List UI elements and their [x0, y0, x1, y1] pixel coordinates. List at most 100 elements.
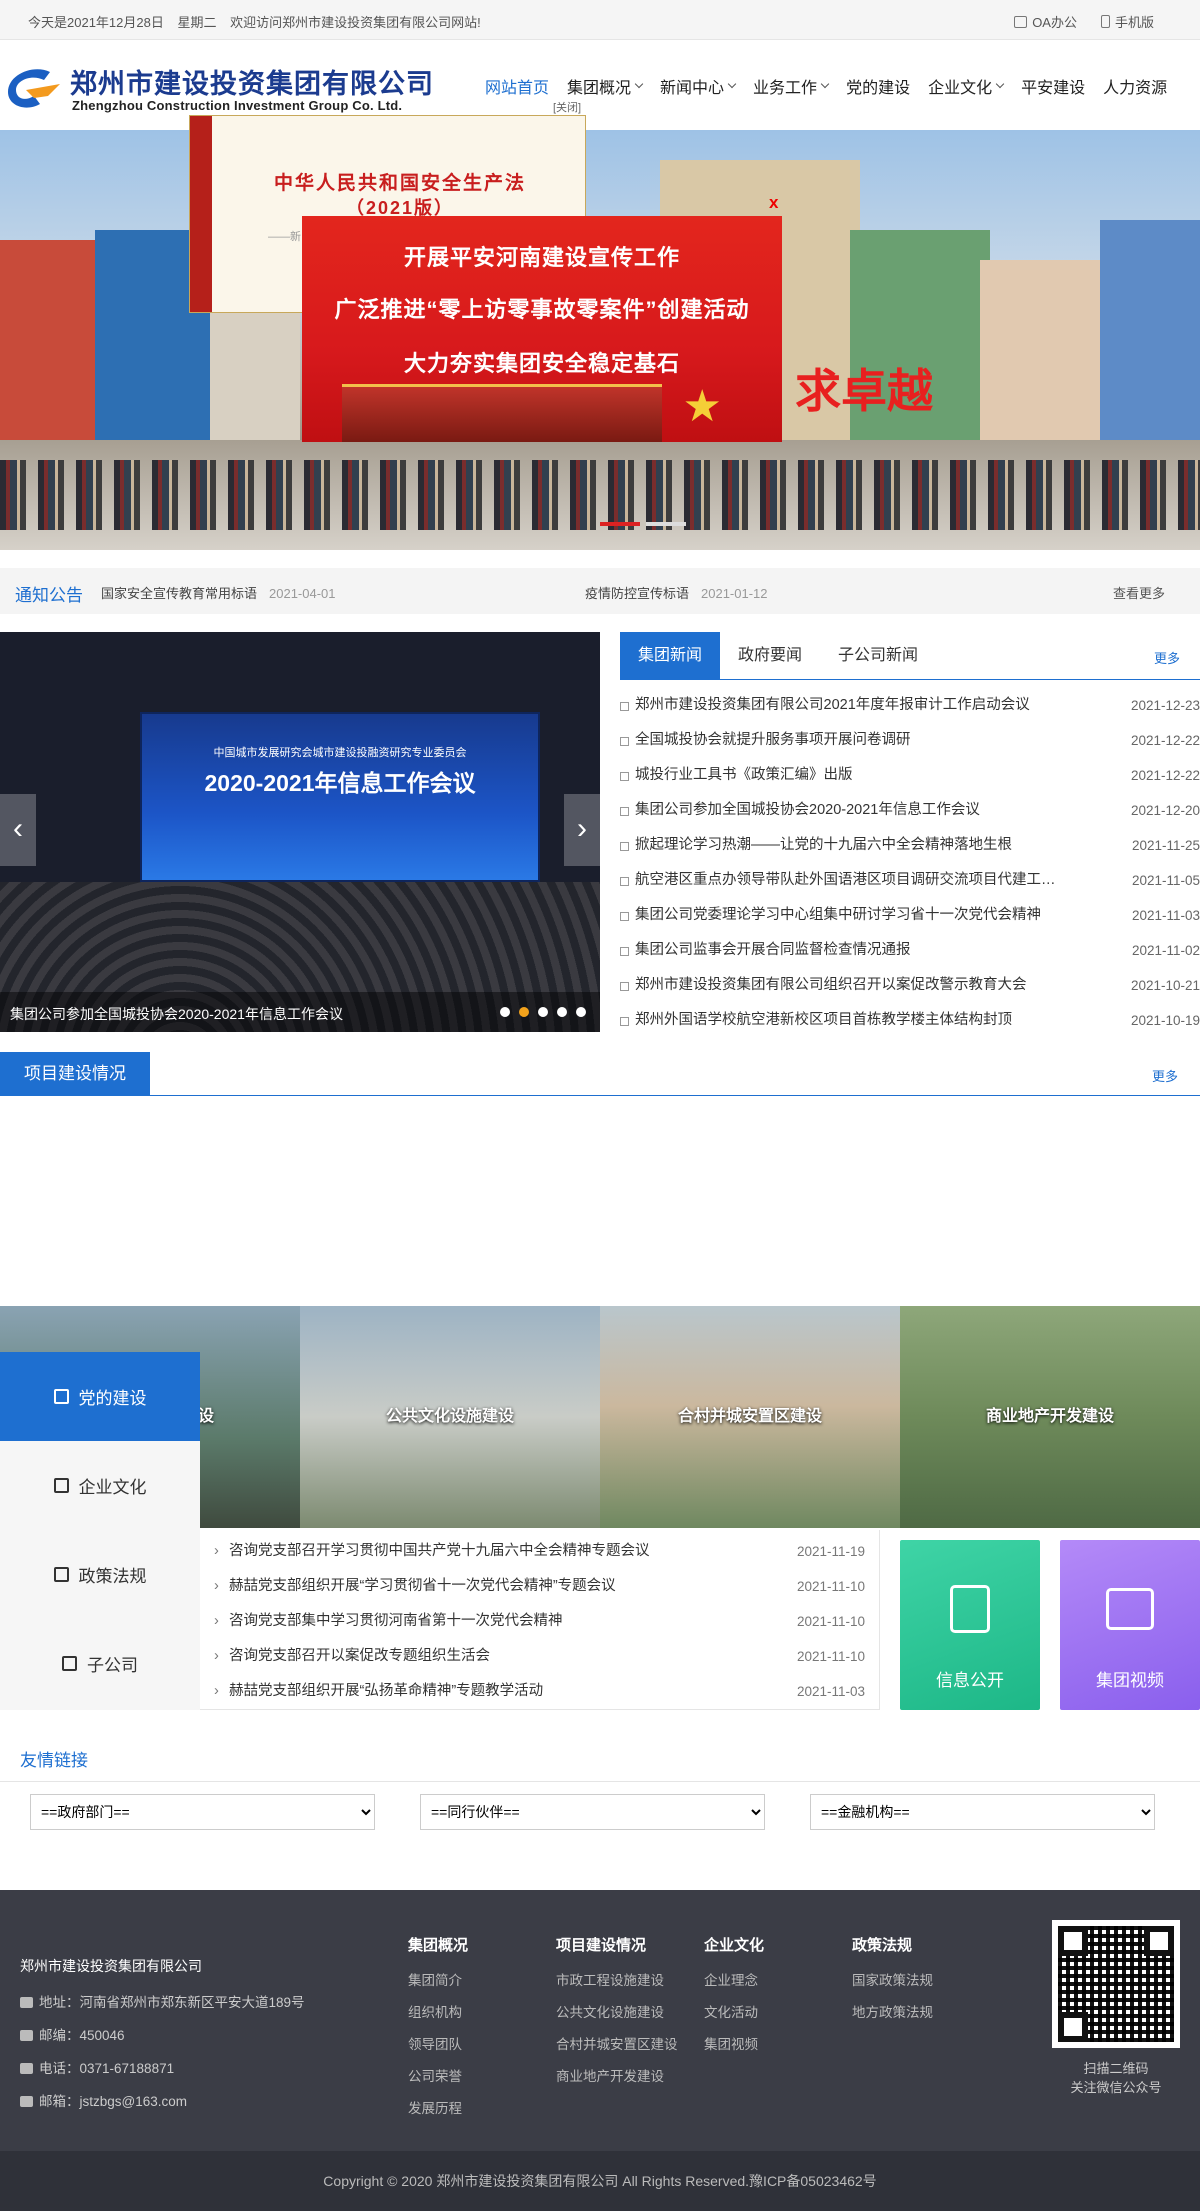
banner-dot[interactable] [646, 522, 686, 526]
nav-party-building[interactable]: 党的建设 [837, 74, 919, 98]
news-more-link[interactable]: 更多 [1154, 648, 1180, 667]
project-caption: 公共文化设施建设 [385, 1408, 514, 1425]
location-icon [20, 1997, 33, 2008]
menu-item-culture[interactable]: 企业文化 [0, 1441, 200, 1530]
popup-safety-campaign[interactable]: 开展平安河南建设宣传工作 广泛推进“零上访零事故零案件”创建活动 大力夯实集团安… [302, 216, 782, 442]
popup-law-title: 中华人民共和国安全生产法 [273, 173, 526, 194]
footer-link[interactable]: 公共文化设施建设 [556, 1997, 678, 2029]
news-date: 2021-11-25 [1131, 838, 1200, 853]
footer-link[interactable]: 发展历程 [408, 2093, 468, 2125]
news-date: 2021-12-23 [1130, 698, 1200, 713]
list-item[interactable]: 咨询党支部召开以案促改专题组织生活会 2021-11-10 [214, 1639, 879, 1674]
project-more-link[interactable]: 更多 [1152, 1066, 1178, 1085]
project-section-title[interactable]: 项目建设情况 [0, 1052, 150, 1096]
logo[interactable]: 郑州市建设投资集团有限公司 Zhengzhou Construction Inv… [4, 62, 444, 120]
footer-link[interactable]: 组织机构 [408, 1997, 468, 2029]
list-item[interactable]: 集团公司参加全国城投协会2020-2021年信息工作会议 2021-12-20 [620, 793, 1200, 828]
project-card-commercial[interactable]: 商业地产开发建设 [900, 1306, 1200, 1528]
list-item[interactable]: 掀起理论学习热潮——让党的十九届六中全会精神落地生根 2021-11-25 [620, 828, 1200, 863]
notice-bar: 通知公告 国家安全宣传教育常用标语 2021-04-01 疫情防控宣传标语 2021… [0, 568, 1200, 614]
list-item[interactable]: 赫喆党支部组织开展“学习贯彻省十一次党代会精神”专题会议 2021-11-10 [214, 1569, 879, 1604]
qr-pattern [1058, 1926, 1174, 2042]
slider-prev-button[interactable]: ‹ [0, 794, 36, 866]
notice-date: 2021-04-01 [269, 586, 336, 601]
footer-link[interactable]: 商业地产开发建设 [556, 2061, 678, 2093]
tab-government-news[interactable]: 政府要闻 [720, 632, 820, 680]
nav-news-center[interactable]: 新闻中心 [651, 74, 744, 98]
image-icon [20, 2030, 33, 2041]
nav-safety[interactable]: 平安建设 [1012, 74, 1094, 98]
slider-dot[interactable] [557, 1007, 567, 1017]
news-date: 2021-10-19 [1130, 1013, 1200, 1028]
footer-link[interactable]: 文化活动 [704, 1997, 764, 2029]
footer-link[interactable]: 市政工程设施建设 [556, 1965, 678, 1997]
menu-item-subsidiary[interactable]: 子公司 [0, 1619, 200, 1708]
slider-dot[interactable] [538, 1007, 548, 1017]
select-government[interactable]: ==政府部门== [30, 1794, 375, 1830]
project-card-resettlement[interactable]: 合村并城安置区建设 [600, 1306, 900, 1528]
footer-col-overview: 集团概况 集团简介 组织机构 领导团队 公司荣誉 发展历程 [408, 1934, 468, 2125]
list-item[interactable]: 咨询党支部召开学习贯彻中国共产党十九届六中全会精神专题会议 2021-11-19 [214, 1534, 879, 1569]
footer-link[interactable]: 企业理念 [704, 1965, 764, 1997]
footer: 郑州市建设投资集团有限公司 地址：河南省郑州市郑东新区平安大道189号 邮编：4… [0, 1890, 1200, 2151]
party-news-date: 2021-11-10 [796, 1649, 865, 1664]
tab-subsidiary-news[interactable]: 子公司新闻 [820, 632, 936, 680]
list-item[interactable]: 集团公司监事会开展合同监督检查情况通报 2021-11-02 [620, 933, 1200, 968]
nav-culture[interactable]: 企业文化 [919, 74, 1012, 98]
menu-item-party[interactable]: 党的建设 [0, 1352, 200, 1441]
footer-link[interactable]: 地方政策法规 [852, 1997, 933, 2029]
slider-dot[interactable] [576, 1007, 586, 1017]
notice-more-link[interactable]: 查看更多 [1113, 583, 1165, 602]
slider-screen-subtitle: 中国城市发展研究会城市建设投融资研究专业委员会 [213, 747, 467, 759]
nav-home[interactable]: 网站首页 [476, 74, 558, 98]
company-name-cn: 郑州市建设投资集团有限公司 [70, 69, 434, 100]
footer-link[interactable]: 公司荣誉 [408, 2061, 468, 2093]
list-item[interactable]: 全国城投协会就提升服务事项开展问卷调研 2021-12-22 [620, 723, 1200, 758]
slider-dot[interactable] [519, 1007, 529, 1017]
news-title: 集团公司参加全国城投协会2020-2021年信息工作会议 [635, 802, 980, 818]
select-peers[interactable]: ==同行伙伴== [420, 1794, 765, 1830]
slider-image[interactable]: 中国城市发展研究会城市建设投融资研究专业委员会 2020-2021年信息工作会议 [140, 712, 540, 882]
nav-group-overview[interactable]: 集团概况 [558, 74, 651, 98]
nav-hr[interactable]: 人力资源 [1094, 74, 1176, 98]
mobile-link[interactable]: 手机版 [1100, 12, 1154, 31]
info-public-label: 信息公开 [936, 1671, 1004, 1690]
footer-link[interactable]: 集团视频 [704, 2029, 764, 2061]
tab-group-news[interactable]: 集团新闻 [620, 632, 721, 680]
list-item[interactable]: 航空港区重点办领导带队赴外国语港区项目调研交流项目代建工… 2021-11-05 [620, 863, 1200, 898]
news-date: 2021-12-20 [1130, 803, 1200, 818]
select-finance[interactable]: ==金融机构== [810, 1794, 1155, 1830]
list-item[interactable]: 郑州市建设投资集团有限公司2021年度年报审计工作启动会议 2021-12-23 [620, 688, 1200, 723]
copyright: Copyright © 2020 郑州市建设投资集团有限公司 All Right… [0, 2151, 1200, 2211]
list-item[interactable]: 集团公司党委理论学习中心组集中研讨学习省十一次党代会精神 2021-11-03 [620, 898, 1200, 933]
news-date: 2021-11-05 [1131, 873, 1200, 888]
list-item[interactable]: 赫喆党支部组织开展“弘扬革命精神”专题教学活动 2021-11-03 [214, 1674, 879, 1709]
slider-next-button[interactable]: › [564, 794, 600, 866]
nav-business[interactable]: 业务工作 [744, 74, 837, 98]
footer-link[interactable]: 领导团队 [408, 2029, 468, 2061]
info-public-card[interactable]: 信息公开 [900, 1540, 1040, 1710]
slider-caption[interactable]: 集团公司参加全国城投协会2020-2021年信息工作会议 [10, 1004, 343, 1024]
list-item[interactable]: 城投行业工具书《政策汇编》出版 2021-12-22 [620, 758, 1200, 793]
footer-link[interactable]: 国家政策法规 [852, 1965, 933, 1997]
group-video-card[interactable]: 集团视频 [1060, 1540, 1200, 1710]
footer-link[interactable]: 集团简介 [408, 1965, 468, 1997]
banner-dot[interactable] [600, 522, 640, 526]
news-tabs: 集团新闻 政府要闻 子公司新闻 [620, 632, 1200, 680]
list-item[interactable]: 郑州外国语学校航空港新校区项目首栋教学楼主体结构封顶 2021-10-19 [620, 1003, 1200, 1038]
notice-item[interactable]: 疫情防控宣传标语 2021-01-12 [585, 583, 768, 602]
list-item[interactable]: 郑州市建设投资集团有限公司组织召开以案促改警示教育大会 2021-10-21 [620, 968, 1200, 1003]
popup-close-button[interactable]: x [769, 193, 778, 213]
qr-caption: 扫描二维码 关注微信公众号 [1036, 2059, 1196, 2097]
footer-link[interactable]: 合村并城安置区建设 [556, 2029, 678, 2061]
oa-link[interactable]: OA办公 [1014, 12, 1077, 31]
footer-col-projects: 项目建设情况 市政工程设施建设 公共文化设施建设 合村并城安置区建设 商业地产开… [556, 1934, 678, 2093]
project-card-culture[interactable]: 公共文化设施建设 [300, 1306, 600, 1528]
popup-campaign-line1: 开展平安河南建设宣传工作 [403, 245, 680, 270]
list-item[interactable]: 咨询党支部集中学习贯彻河南省第十一次党代会精神 2021-11-10 [214, 1604, 879, 1639]
slider-dot[interactable] [500, 1007, 510, 1017]
popup-close-tag[interactable]: [关闭] [553, 99, 582, 115]
banner-slogan: 求卓越 [795, 364, 933, 418]
menu-item-policy[interactable]: 政策法规 [0, 1530, 200, 1619]
notice-item[interactable]: 国家安全宣传教育常用标语 2021-04-01 [101, 583, 336, 602]
